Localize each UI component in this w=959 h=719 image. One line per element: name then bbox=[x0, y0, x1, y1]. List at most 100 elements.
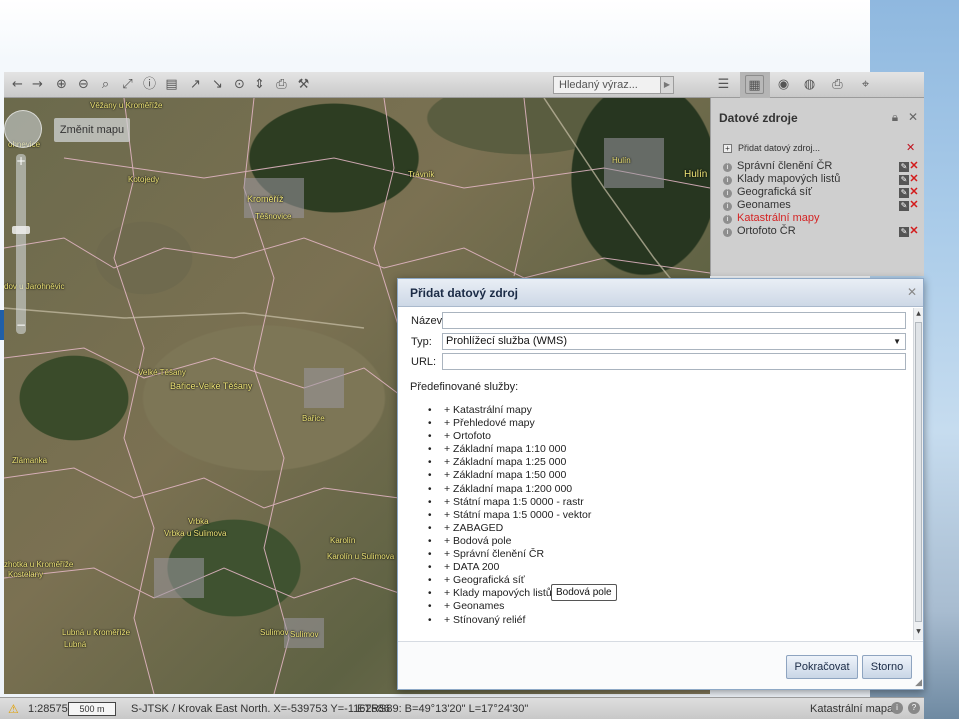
map-label: Sulimov bbox=[290, 630, 319, 639]
map-label: Lubná bbox=[64, 640, 87, 649]
url-field[interactable] bbox=[442, 353, 906, 370]
info-icon[interactable]: i bbox=[723, 176, 732, 185]
info-icon[interactable]: i bbox=[723, 163, 732, 172]
continue-button[interactable]: Pokračovat bbox=[786, 655, 858, 679]
zoom-minus-icon[interactable]: − bbox=[13, 318, 29, 332]
change-map-button[interactable]: Změnit mapu bbox=[54, 118, 130, 142]
help-icon[interactable]: ? bbox=[908, 702, 920, 714]
service-link[interactable]: + Bodová pole bbox=[428, 535, 591, 548]
remove-all-icon[interactable]: ✕ bbox=[906, 142, 916, 153]
delete-icon[interactable]: ✕ bbox=[909, 226, 919, 237]
zoom-plus-icon[interactable]: + bbox=[13, 154, 29, 168]
service-link[interactable]: + Státní mapa 1:5 0000 - vektor bbox=[428, 509, 591, 522]
dialog-scrollbar[interactable]: ▲ ▼ bbox=[913, 308, 923, 640]
search-tool-icon[interactable]: ⌖ bbox=[856, 75, 875, 94]
add-data-source-link[interactable]: + Přidat datový zdroj... bbox=[723, 143, 820, 153]
map-label: Karolín u Sulimova bbox=[327, 552, 395, 561]
service-link[interactable]: + ZABAGED bbox=[428, 522, 591, 535]
edit-icon[interactable]: ✎ bbox=[899, 227, 909, 237]
zoom-extent-icon[interactable]: ⤢ bbox=[118, 75, 137, 94]
map-scale: 1:28575 bbox=[28, 703, 68, 715]
map-label: Hulín bbox=[684, 169, 708, 180]
legend-icon[interactable]: ◉ bbox=[774, 75, 793, 94]
layer-item[interactable]: i Geografická síť ✎ ✕ bbox=[723, 186, 919, 199]
delete-icon[interactable]: ✕ bbox=[909, 174, 919, 185]
layers-icon[interactable]: ☰ bbox=[714, 75, 733, 94]
map-label: Kotojedy bbox=[128, 175, 160, 184]
service-link[interactable]: + DATA 200 bbox=[428, 561, 591, 574]
delete-icon[interactable]: ✕ bbox=[909, 187, 919, 198]
info-icon[interactable]: i bbox=[723, 228, 732, 237]
arrow-right-icon[interactable]: → bbox=[28, 75, 47, 94]
service-link[interactable]: + Státní mapa 1:5 0000 - rastr bbox=[428, 496, 591, 509]
arrow-left-icon[interactable]: ← bbox=[8, 75, 27, 94]
service-link[interactable]: + Správní členění ČR bbox=[428, 548, 591, 561]
info-icon[interactable]: ⓘ bbox=[140, 75, 159, 94]
service-link[interactable]: + Základní mapa 1:25 000 bbox=[428, 456, 591, 469]
dialog-header[interactable]: Přidat datový zdroj ✕ bbox=[398, 279, 923, 307]
layer-item[interactable]: i Správní členění ČR ✎ ✕ bbox=[723, 160, 919, 173]
service-link[interactable]: + Přehledové mapy bbox=[428, 417, 591, 430]
layer-info-icon[interactable]: i bbox=[891, 702, 903, 714]
dialog-footer: Pokračovat Storno ◢ bbox=[398, 641, 923, 689]
map-label: Vrbka bbox=[188, 517, 209, 526]
info-icon[interactable]: i bbox=[723, 202, 732, 211]
service-link[interactable]: + Základní mapa 1:200 000 bbox=[428, 483, 591, 496]
service-link[interactable]: + Stínovaný reliéf bbox=[428, 614, 591, 627]
zoom-slider[interactable] bbox=[16, 154, 26, 334]
map-toolbar: ← → ⊕ ⊖ ⌕ ⤢ ⓘ ▤ ↗ ↘ ⊙ ⇕ ⎙ ⚒ Hledaný výra… bbox=[4, 72, 924, 98]
layer-item[interactable]: i Katastrální mapy bbox=[723, 212, 919, 225]
type-select[interactable]: Prohlížecí služba (WMS) ▼ bbox=[442, 333, 906, 350]
delete-icon[interactable]: ✕ bbox=[909, 200, 919, 211]
dialog-title: Přidat datový zdroj bbox=[410, 286, 519, 300]
zoom-in-icon[interactable]: ⊕ bbox=[52, 75, 71, 94]
layer-item[interactable]: i Geonames ✎ ✕ bbox=[723, 199, 919, 212]
info-icon[interactable]: i bbox=[723, 215, 732, 224]
info-icon[interactable]: i bbox=[723, 189, 732, 198]
close-icon[interactable]: ✕ bbox=[908, 110, 918, 124]
edit-icon[interactable]: ✎ bbox=[899, 162, 909, 172]
zoom-slider-handle[interactable] bbox=[12, 226, 30, 234]
zoom-out-icon[interactable]: ⊖ bbox=[74, 75, 93, 94]
measure-length-icon[interactable]: ↗ bbox=[186, 75, 205, 94]
service-link[interactable]: + Základní mapa 1:50 000 bbox=[428, 469, 591, 482]
service-link[interactable]: + Katastrální mapy bbox=[428, 404, 591, 417]
scroll-up-icon[interactable]: ▲ bbox=[914, 310, 923, 317]
print-setup-icon[interactable]: ⎙ bbox=[828, 75, 847, 94]
layer-item[interactable]: i Klady mapových listů ✎ ✕ bbox=[723, 173, 919, 186]
map-label: Bařice-Velké Těšany bbox=[170, 381, 253, 391]
globe-icon[interactable]: ◍ bbox=[800, 75, 819, 94]
measure-icon[interactable]: ⊙ bbox=[230, 75, 249, 94]
layer-item[interactable]: i Ortofoto ČR ✎ ✕ bbox=[723, 225, 919, 238]
service-link[interactable]: + Geonames bbox=[428, 600, 591, 613]
warning-icon[interactable]: ⚠ bbox=[8, 702, 19, 716]
measure-area-icon[interactable]: ↘ bbox=[208, 75, 227, 94]
search-input[interactable]: Hledaný výraz... bbox=[553, 76, 661, 94]
edit-icon[interactable]: ✎ bbox=[899, 175, 909, 185]
service-link[interactable]: + Ortofoto bbox=[428, 430, 591, 443]
layer-name: Klady mapových listů bbox=[737, 173, 841, 185]
scroll-down-icon[interactable]: ▼ bbox=[914, 628, 923, 635]
service-link[interactable]: + Základní mapa 1:10 000 bbox=[428, 443, 591, 456]
print-preview-icon[interactable]: ▤ bbox=[162, 75, 181, 94]
settings-wrench-icon[interactable]: ⚒ bbox=[294, 75, 313, 94]
search-dropdown-icon[interactable]: ▶ bbox=[660, 76, 674, 94]
map-label: Bařice bbox=[302, 414, 325, 423]
edit-icon[interactable]: ✎ bbox=[899, 201, 909, 211]
name-field[interactable] bbox=[442, 312, 906, 329]
ruler-icon[interactable]: ⇕ bbox=[250, 75, 269, 94]
cancel-button[interactable]: Storno bbox=[862, 655, 912, 679]
resize-grip-icon[interactable]: ◢ bbox=[915, 678, 922, 688]
data-sources-icon[interactable]: ▦ bbox=[745, 75, 764, 94]
lock-icon[interactable]: 🔒︎ bbox=[892, 110, 898, 124]
plus-icon: + bbox=[723, 144, 732, 153]
zoom-box-icon[interactable]: ⌕ bbox=[96, 75, 115, 94]
edit-icon[interactable]: ✎ bbox=[899, 188, 909, 198]
pan-control[interactable] bbox=[4, 110, 42, 148]
scrollbar-thumb[interactable] bbox=[915, 322, 922, 622]
map-label: Kroměříž bbox=[247, 194, 284, 204]
close-icon[interactable]: ✕ bbox=[907, 285, 917, 299]
map-label: Sulimov bbox=[260, 628, 289, 637]
active-layer-label: Katastrální mapa bbox=[810, 703, 894, 715]
delete-icon[interactable]: ✕ bbox=[909, 161, 919, 172]
